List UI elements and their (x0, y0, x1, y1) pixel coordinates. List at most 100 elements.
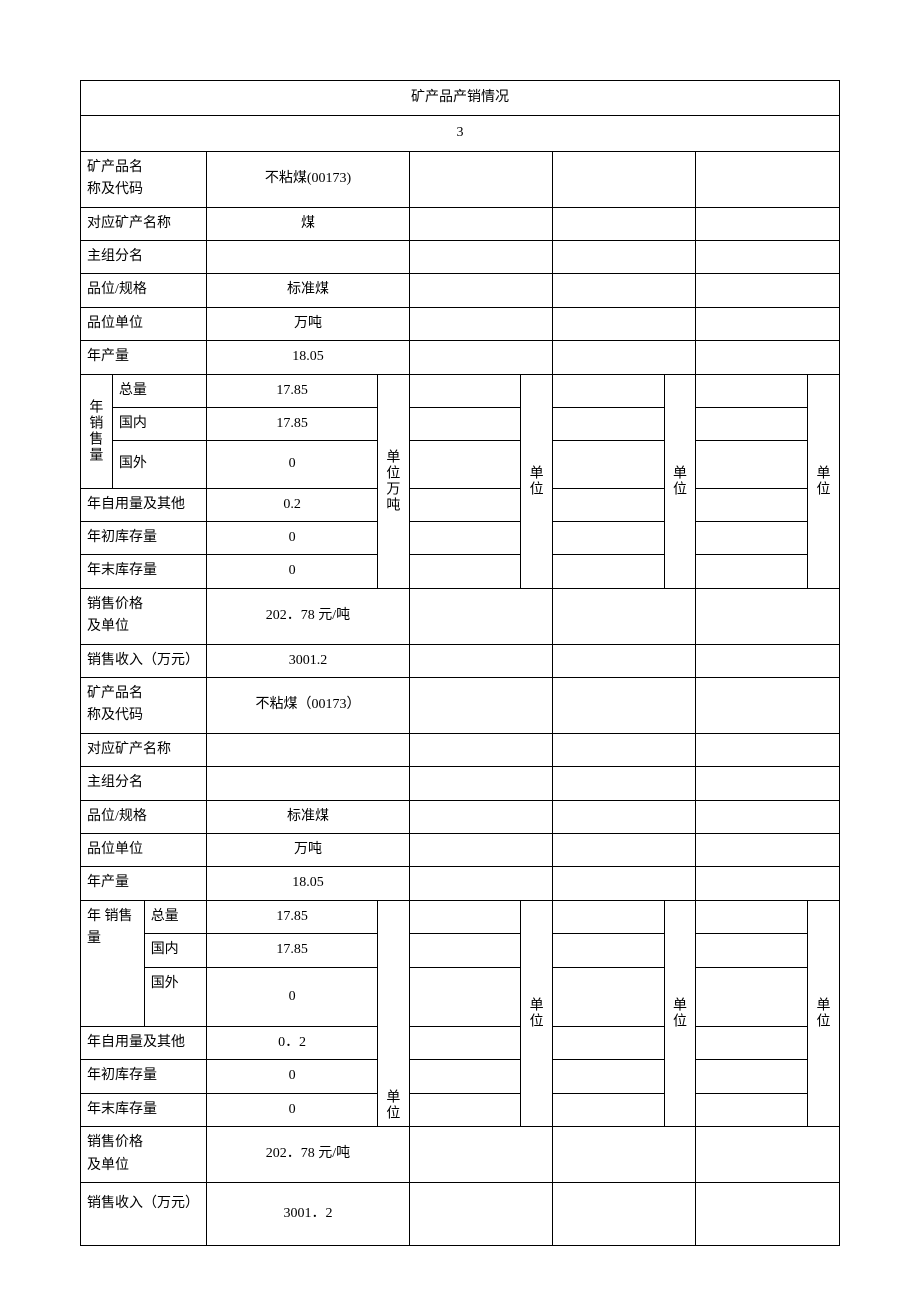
row-stock-end: 年末库存量 0 (81, 555, 840, 588)
unit-col-2: 单位 (521, 374, 553, 588)
unit-col-4: 单位 (807, 374, 839, 588)
main-table: 矿产品产销情况 3 矿产品名称及代码 不粘煤(00173) 对应矿产名称 煤 主… (80, 80, 840, 1246)
row-grade-unit-2: 品位单位 万吨 (81, 833, 840, 866)
page-number: 3 (81, 116, 840, 151)
val-self-use: 0.2 (207, 488, 378, 521)
label-annual-output: 年产量 (81, 341, 207, 374)
page-number-row: 3 (81, 116, 840, 151)
page-container: 矿产品产销情况 3 矿产品名称及代码 不粘煤(00173) 对应矿产名称 煤 主… (0, 0, 920, 1286)
label-grade-spec-2: 品位/规格 (81, 800, 207, 833)
val-stock-end-2: 0 (207, 1093, 378, 1126)
label-grade-unit-2: 品位单位 (81, 833, 207, 866)
row-grade-spec: 品位/规格 标准煤 (81, 274, 840, 307)
val-mineral-2 (207, 733, 409, 766)
row-stock-end-2: 年末库存量 0 (81, 1093, 840, 1126)
label-price: 销售价格及单位 (81, 588, 207, 644)
row-sales-total-2: 年 销售量 总量 17.85 单位 单位 单位 单位 (81, 900, 840, 933)
label-total: 总量 (112, 374, 206, 407)
label-grade-unit: 品位单位 (81, 307, 207, 340)
row-price-2: 销售价格及单位 202．78 元/吨 (81, 1127, 840, 1183)
row-sales-total: 年销售量 总量 17.85 单位万吨 单位 单位 单位 (81, 374, 840, 407)
title-row: 矿产品产销情况 (81, 81, 840, 116)
row-main-group-2: 主组分名 (81, 767, 840, 800)
val-price-2: 202．78 元/吨 (207, 1127, 409, 1183)
val-mineral: 煤 (207, 207, 409, 240)
row-annual-output-2: 年产量 18.05 (81, 867, 840, 900)
label-annual-sales-2: 年 销售量 (81, 900, 145, 1026)
row-product-name: 矿产品名称及代码 不粘煤(00173) (81, 151, 840, 207)
row-self-use: 年自用量及其他 0.2 (81, 488, 840, 521)
unit-col-1b: 单位 (377, 900, 409, 1126)
val-sales-overseas-2: 0 (207, 967, 378, 1026)
label-overseas: 国外 (112, 441, 206, 488)
row-grade-spec-2: 品位/规格 标准煤 (81, 800, 840, 833)
label-revenue: 销售收入（万元） (81, 644, 207, 677)
label-annual-output-2: 年产量 (81, 867, 207, 900)
label-stock-begin-2: 年初库存量 (81, 1060, 207, 1093)
label-stock-end-2: 年末库存量 (81, 1093, 207, 1126)
unit-col-3: 单位 (664, 374, 696, 588)
row-mineral: 对应矿产名称 煤 (81, 207, 840, 240)
val-main-group-2 (207, 767, 409, 800)
val-stock-begin-2: 0 (207, 1060, 378, 1093)
row-sales-domestic-2: 国内 17.85 (81, 934, 840, 967)
row-sales-overseas: 国外 0 (81, 441, 840, 488)
val-stock-begin: 0 (207, 522, 378, 555)
row-grade-unit: 品位单位 万吨 (81, 307, 840, 340)
unit-col-4b: 单位 (807, 900, 839, 1126)
val-stock-end: 0 (207, 555, 378, 588)
unit-col-1: 单位万吨 (377, 374, 409, 588)
val-sales-domestic: 17.85 (207, 407, 378, 440)
row-sales-overseas-2: 国外 0 (81, 967, 840, 1026)
row-revenue-2: 销售收入（万元） 3001．2 (81, 1182, 840, 1245)
val-main-group (207, 240, 409, 273)
label-overseas-2: 国外 (144, 967, 207, 1026)
row-stock-begin-2: 年初库存量 0 (81, 1060, 840, 1093)
row-annual-output: 年产量 18.05 (81, 341, 840, 374)
val-self-use-2: 0．2 (207, 1026, 378, 1059)
val-grade-spec-2: 标准煤 (207, 800, 409, 833)
val-product-2: 不粘煤（00173） (207, 678, 409, 734)
label-self-use-2: 年自用量及其他 (81, 1026, 207, 1059)
val-grade-unit-2: 万吨 (207, 833, 409, 866)
label-main-group-2: 主组分名 (81, 767, 207, 800)
val-grade-spec: 标准煤 (207, 274, 409, 307)
label-domestic: 国内 (112, 407, 206, 440)
val-sales-total: 17.85 (207, 374, 378, 407)
val-product: 不粘煤(00173) (207, 151, 409, 207)
label-stock-end: 年末库存量 (81, 555, 207, 588)
row-self-use-2: 年自用量及其他 0．2 (81, 1026, 840, 1059)
row-revenue: 销售收入（万元） 3001.2 (81, 644, 840, 677)
val-sales-domestic-2: 17.85 (207, 934, 378, 967)
table-title: 矿产品产销情况 (81, 81, 840, 116)
val-price: 202．78 元/吨 (207, 588, 409, 644)
label-self-use: 年自用量及其他 (81, 488, 207, 521)
val-sales-total-2: 17.85 (207, 900, 378, 933)
label-revenue-2: 销售收入（万元） (81, 1182, 207, 1245)
label-domestic-2: 国内 (144, 934, 207, 967)
row-main-group: 主组分名 (81, 240, 840, 273)
row-price: 销售价格及单位 202．78 元/吨 (81, 588, 840, 644)
label-stock-begin: 年初库存量 (81, 522, 207, 555)
row-product-name-2: 矿产品名称及代码 不粘煤（00173） (81, 678, 840, 734)
val-annual-output-2: 18.05 (207, 867, 409, 900)
unit-col-3b: 单位 (664, 900, 696, 1126)
label-total-2: 总量 (144, 900, 207, 933)
val-grade-unit: 万吨 (207, 307, 409, 340)
label-product-name-2: 矿产品名称及代码 (81, 678, 207, 734)
label-mineral-2: 对应矿产名称 (81, 733, 207, 766)
row-mineral-2: 对应矿产名称 (81, 733, 840, 766)
label-annual-sales: 年销售量 (81, 374, 113, 488)
unit-col-2b: 单位 (521, 900, 553, 1126)
label-grade-spec: 品位/规格 (81, 274, 207, 307)
val-revenue-2: 3001．2 (207, 1182, 409, 1245)
label-price-2: 销售价格及单位 (81, 1127, 207, 1183)
row-sales-domestic: 国内 17.85 (81, 407, 840, 440)
label-mineral: 对应矿产名称 (81, 207, 207, 240)
row-stock-begin: 年初库存量 0 (81, 522, 840, 555)
val-annual-output: 18.05 (207, 341, 409, 374)
val-revenue: 3001.2 (207, 644, 409, 677)
label-product-name: 矿产品名称及代码 (81, 151, 207, 207)
label-main-group: 主组分名 (81, 240, 207, 273)
val-sales-overseas: 0 (207, 441, 378, 488)
